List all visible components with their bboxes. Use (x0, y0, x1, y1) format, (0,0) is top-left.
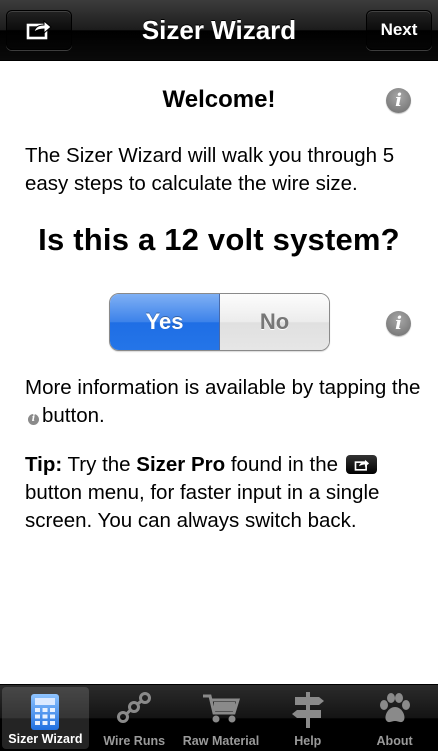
tab-wire-runs[interactable]: Wire Runs (91, 685, 178, 751)
tip-part1: Try the (67, 453, 131, 476)
more-info-text-start: More information is available by tapping… (25, 376, 421, 399)
tip-product-name: Sizer Pro (136, 453, 226, 476)
tab-raw-material[interactable]: Raw Material (178, 685, 265, 751)
tab-label: Raw Material (182, 734, 260, 748)
tip-part2: found in the (230, 453, 339, 476)
wire-runs-icon (117, 692, 152, 723)
tab-sizer-wizard[interactable]: Sizer Wizard (2, 687, 89, 749)
tip-label: Tip: (25, 453, 63, 476)
yes-no-segmented-control: Yes No (109, 293, 330, 351)
inline-share-icon (345, 455, 377, 474)
tip-part3: button menu, for faster input in a singl… (25, 481, 380, 532)
more-info-text-end: button. (42, 404, 105, 427)
signpost-icon (291, 692, 324, 728)
tab-label: Help (294, 734, 322, 748)
tab-help[interactable]: Help (264, 685, 351, 751)
more-info-text: More information is available by tapping… (25, 374, 425, 430)
tab-label: Sizer Wizard (8, 732, 83, 746)
tab-about[interactable]: About (351, 685, 438, 751)
intro-text: The Sizer Wizard will walk you through 5… (25, 144, 395, 195)
navigation-bar: Sizer Wizard Next (0, 0, 438, 61)
next-button[interactable]: Next (366, 10, 432, 50)
tab-bar: Sizer Wizard Wire Runs Raw Material Help… (0, 684, 438, 751)
tab-label: Wire Runs (103, 734, 166, 748)
no-segment[interactable]: No (220, 294, 329, 350)
info-icon[interactable]: i (386, 88, 411, 113)
welcome-heading: Welcome! (162, 86, 276, 113)
yes-segment[interactable]: Yes (110, 294, 220, 350)
info-icon[interactable]: i (386, 311, 411, 336)
tab-label: About (376, 734, 413, 748)
cart-icon (202, 694, 241, 723)
tip-text: Tip: Try the Sizer Pro found in the butt… (25, 451, 425, 535)
calculator-icon (31, 694, 60, 730)
paw-icon (379, 693, 410, 723)
inline-info-icon: i (28, 414, 39, 425)
question-heading: Is this a 12 volt system? (38, 222, 400, 257)
